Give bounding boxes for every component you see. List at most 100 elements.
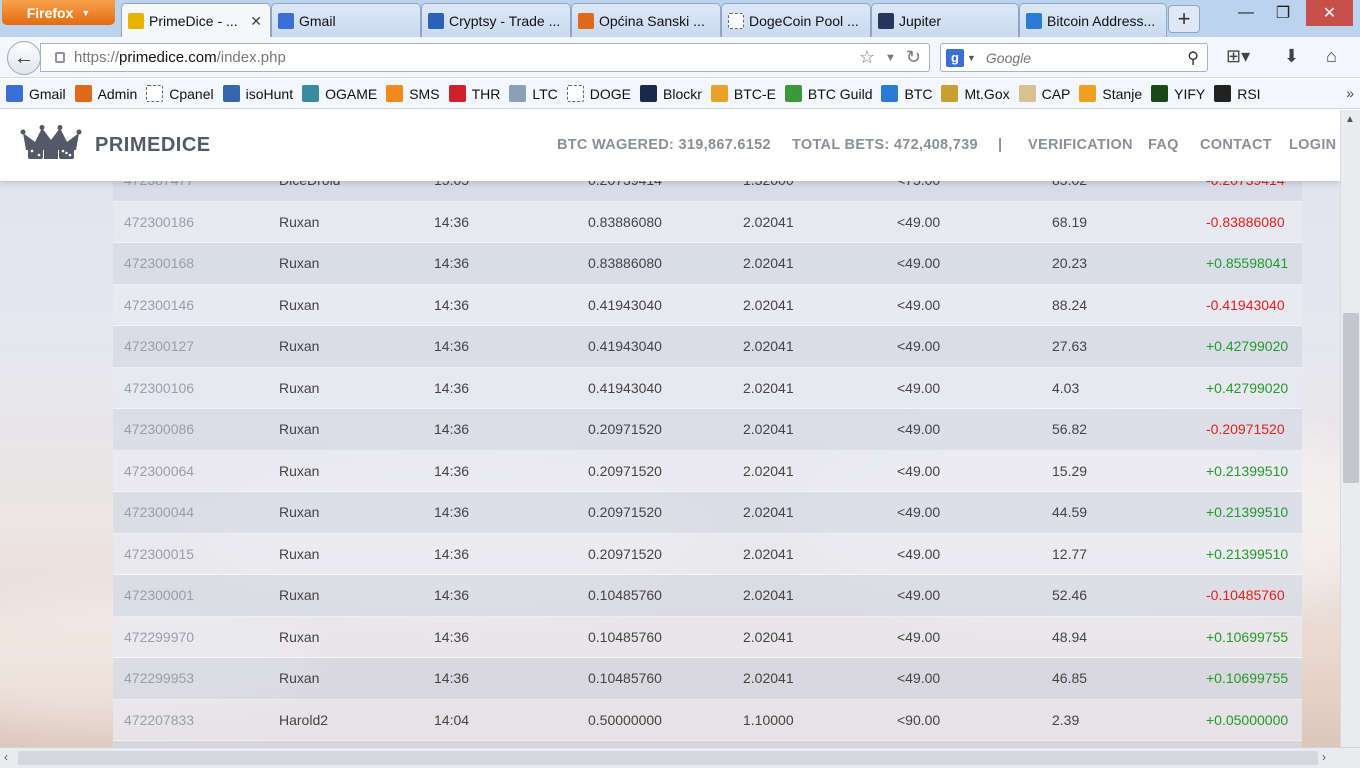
- table-row[interactable]: 472300168 Ruxan 14:36 0.83886080 2.02041 <49.…: [113, 243, 1302, 285]
- firefox-menu-button[interactable]: Firefox ▼: [2, 0, 115, 25]
- table-row[interactable]: 472300146 Ruxan 14:36 0.41943040 2.02041 <49.…: [113, 284, 1302, 326]
- bet-user[interactable]: Ruxan: [279, 463, 319, 479]
- bookmark-item[interactable]: RSI: [1214, 85, 1261, 102]
- bookmark-item[interactable]: SMS: [386, 85, 440, 102]
- table-row[interactable]: 472300064 Ruxan 14:36 0.20971520 2.02041 <49.…: [113, 450, 1302, 492]
- bookmark-item[interactable]: Stanje: [1079, 85, 1142, 102]
- bet-user[interactable]: Ruxan: [279, 421, 319, 437]
- browser-tab[interactable]: Jupiter: [871, 3, 1019, 37]
- back-button[interactable]: ←: [7, 41, 41, 75]
- bookmark-item[interactable]: Mt.Gox: [941, 85, 1010, 102]
- site-brand[interactable]: PRIMEDICE: [95, 134, 211, 157]
- bookmark-item[interactable]: BTC Guild: [784, 85, 872, 102]
- new-tab-button[interactable]: +: [1168, 5, 1200, 33]
- url-text[interactable]: https://primedice.com/index.php: [74, 49, 286, 66]
- bookmark-item[interactable]: LTC: [509, 85, 558, 102]
- bet-id[interactable]: 472299970: [124, 629, 194, 645]
- bet-id[interactable]: 472299953: [124, 670, 194, 686]
- bet-id[interactable]: 472300106: [124, 380, 194, 396]
- nav-faq[interactable]: FAQ: [1148, 137, 1179, 153]
- table-row[interactable]: 472299953 Ruxan 14:36 0.10485760 2.02041 <49.…: [113, 658, 1302, 700]
- browser-tab[interactable]: Gmail: [271, 3, 421, 37]
- vertical-scrollbar[interactable]: ▲: [1340, 110, 1360, 747]
- browser-tab[interactable]: Općina Sanski ...: [571, 3, 721, 37]
- bookmark-item[interactable]: isoHunt: [222, 85, 293, 102]
- bookmark-item[interactable]: Cpanel: [146, 85, 214, 102]
- table-row[interactable]: 472300001 Ruxan 14:36 0.10485760 2.02041 <49.…: [113, 575, 1302, 617]
- nav-contact[interactable]: CONTACT: [1200, 137, 1272, 153]
- bet-id[interactable]: 472300086: [124, 421, 194, 437]
- bet-id[interactable]: 472300186: [124, 214, 194, 230]
- history-dropdown-icon[interactable]: ▼: [885, 52, 896, 64]
- bet-user[interactable]: Ruxan: [279, 629, 319, 645]
- bet-id[interactable]: 472300044: [124, 504, 194, 520]
- horizontal-scrollbar[interactable]: ‹ ›: [0, 747, 1360, 768]
- bet-id[interactable]: 472300015: [124, 546, 194, 562]
- scroll-up-icon[interactable]: ▲: [1345, 114, 1355, 125]
- vertical-scroll-thumb[interactable]: [1343, 313, 1359, 483]
- restore-button[interactable]: ❐: [1260, 0, 1306, 26]
- downloads-icon[interactable]: ⬇: [1284, 46, 1299, 67]
- bookmarks-menu-icon[interactable]: ⊞▾: [1226, 46, 1250, 67]
- crown-dice-logo-icon[interactable]: [18, 124, 84, 160]
- bet-user[interactable]: Ruxan: [279, 670, 319, 686]
- search-input[interactable]: Google: [986, 50, 1031, 66]
- bookmark-item[interactable]: YIFY: [1151, 85, 1205, 102]
- home-icon[interactable]: ⌂: [1326, 46, 1337, 67]
- nav-login[interactable]: LOGIN: [1289, 137, 1336, 153]
- bookmark-item[interactable]: Blockr: [640, 85, 702, 102]
- search-engine-dropdown-icon[interactable]: ▼: [967, 53, 976, 63]
- table-row[interactable]: 472300127 Ruxan 14:36 0.41943040 2.02041 <49.…: [113, 326, 1302, 368]
- nav-verification[interactable]: VERIFICATION: [1028, 137, 1133, 153]
- bet-user[interactable]: Ruxan: [279, 214, 319, 230]
- reload-icon[interactable]: ↻: [906, 47, 921, 68]
- bet-id[interactable]: 472207833: [124, 712, 194, 728]
- bookmark-item[interactable]: Admin: [74, 85, 137, 102]
- bet-id[interactable]: 472300168: [124, 255, 194, 271]
- bookmark-item[interactable]: CAP: [1018, 85, 1070, 102]
- table-row[interactable]: 472299970 Ruxan 14:36 0.10485760 2.02041 <49.…: [113, 616, 1302, 658]
- bet-id[interactable]: 472300146: [124, 297, 194, 313]
- url-bar[interactable]: https://primedice.com/index.php ☆ ▼ ↻: [40, 43, 930, 72]
- bet-id[interactable]: 472300064: [124, 463, 194, 479]
- bet-user[interactable]: Ruxan: [279, 504, 319, 520]
- bet-user[interactable]: Ruxan: [279, 380, 319, 396]
- bet-user[interactable]: Ruxan: [279, 297, 319, 313]
- horizontal-scroll-thumb[interactable]: [18, 751, 1318, 765]
- browser-tab[interactable]: Cryptsy - Trade ...: [421, 3, 571, 37]
- bet-user[interactable]: Ruxan: [279, 587, 319, 603]
- table-row[interactable]: 472300086 Ruxan 14:36 0.20971520 2.02041 <49.…: [113, 409, 1302, 451]
- bookmark-item[interactable]: BTC: [881, 85, 932, 102]
- bookmark-item[interactable]: OGAME: [302, 85, 377, 102]
- coin-icon: [710, 85, 728, 102]
- bookmark-item[interactable]: BTC-E: [710, 85, 776, 102]
- close-window-button[interactable]: ✕: [1306, 0, 1353, 26]
- google-icon[interactable]: g: [946, 48, 964, 67]
- search-magnifier-icon[interactable]: ⚲: [1187, 48, 1199, 68]
- bet-user[interactable]: Ruxan: [279, 546, 319, 562]
- tab-close-icon[interactable]: ✕: [250, 13, 262, 30]
- bookmark-item[interactable]: THR: [448, 85, 500, 102]
- table-row[interactable]: 472207833 Harold2 14:04 0.50000000 1.10000 <9…: [113, 699, 1302, 741]
- browser-tab[interactable]: DogeCoin Pool ...: [721, 3, 871, 37]
- bookmark-item[interactable]: Gmail: [6, 85, 66, 102]
- chart-icon: [1079, 85, 1097, 102]
- table-row[interactable]: 472300186 Ruxan 14:36 0.83886080 2.02041 <49.…: [113, 201, 1302, 243]
- scroll-right-icon[interactable]: ›: [1322, 750, 1326, 764]
- browser-tab[interactable]: PrimeDice - ... ✕: [121, 3, 271, 38]
- browser-tab[interactable]: Bitcoin Address...: [1019, 3, 1167, 37]
- bet-user[interactable]: Ruxan: [279, 255, 319, 271]
- table-row[interactable]: 472300044 Ruxan 14:36 0.20971520 2.02041 <49.…: [113, 492, 1302, 534]
- bet-user[interactable]: Harold2: [279, 712, 328, 728]
- bookmark-item[interactable]: DOGE: [566, 85, 631, 102]
- bet-id[interactable]: 472300127: [124, 338, 194, 354]
- table-row[interactable]: 472300106 Ruxan 14:36 0.41943040 2.02041 <49.…: [113, 367, 1302, 409]
- scroll-left-icon[interactable]: ‹: [4, 750, 8, 764]
- table-row[interactable]: 472300015 Ruxan 14:36 0.20971520 2.02041 <49.…: [113, 533, 1302, 575]
- bet-id[interactable]: 472300001: [124, 587, 194, 603]
- search-bar[interactable]: g ▼ Google ⚲: [940, 43, 1208, 72]
- bookmarks-overflow-icon[interactable]: »: [1346, 85, 1354, 101]
- bet-user[interactable]: Ruxan: [279, 338, 319, 354]
- bet-roll: 56.82: [1052, 421, 1088, 438]
- bookmark-star-icon[interactable]: ☆: [859, 47, 875, 68]
